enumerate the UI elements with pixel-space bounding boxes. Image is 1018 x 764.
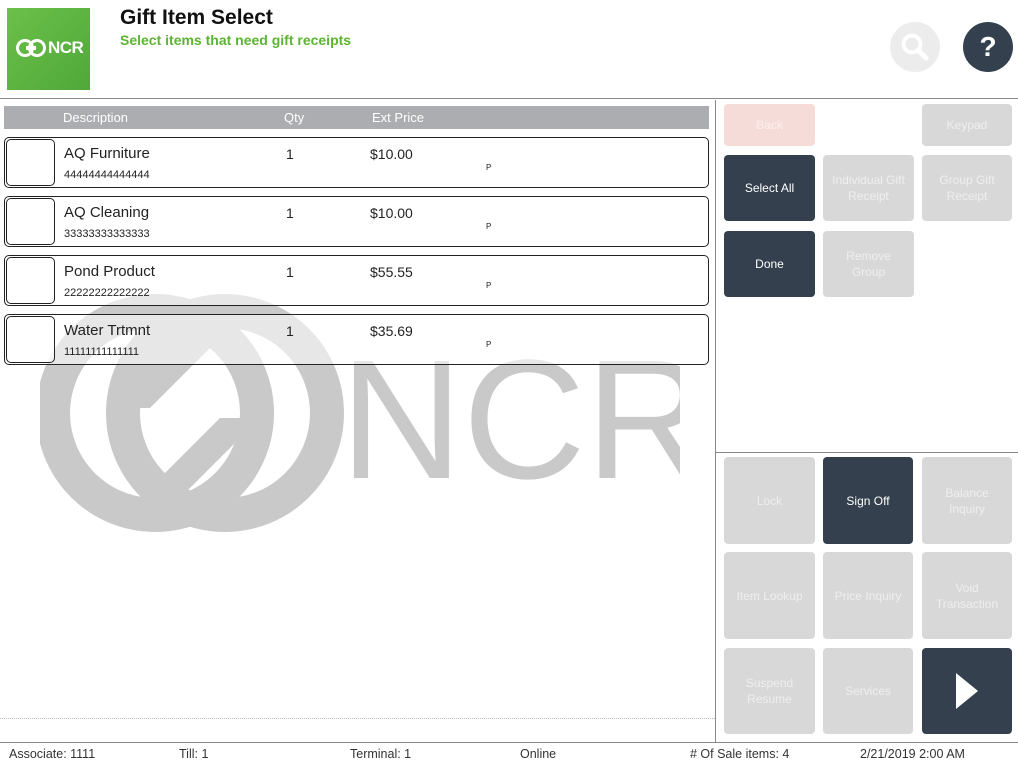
item-description: AQ Cleaning xyxy=(64,204,150,221)
item-qty: 1 xyxy=(286,323,294,339)
price-inquiry-button[interactable]: Price Inquiry xyxy=(823,552,913,639)
item-flag: P xyxy=(486,340,492,349)
item-description: Water Trtmnt xyxy=(64,322,151,339)
item-qty: 1 xyxy=(286,205,294,221)
ncr-logo: NCR xyxy=(7,8,90,90)
item-price: $10.00 xyxy=(370,146,413,162)
void-transaction-button[interactable]: Void Transaction xyxy=(922,552,1012,639)
page-title: Gift Item Select xyxy=(120,6,273,29)
status-datetime: 2/21/2019 2:00 AM xyxy=(860,747,965,761)
item-flag: P xyxy=(486,281,492,290)
status-terminal: Terminal: 1 xyxy=(350,747,412,761)
status-sale-items: # Of Sale items: 4 xyxy=(690,747,790,761)
item-code: 11111111111111 xyxy=(64,346,140,358)
suspend-resume-button[interactable]: Suspend Resume xyxy=(724,648,815,734)
item-code: 33333333333333 xyxy=(64,228,150,240)
list-footer-divider xyxy=(0,718,715,719)
page-subtitle: Select items that need gift receipts xyxy=(120,32,352,48)
select-all-button[interactable]: Select All xyxy=(724,155,815,221)
column-ext-price: Ext Price xyxy=(372,110,425,125)
row-checkbox[interactable] xyxy=(6,198,55,245)
table-row[interactable]: AQ Cleaning 33333333333333 1 $10.00 P xyxy=(4,196,709,247)
ncr-logo-icon xyxy=(16,39,46,57)
status-online: Online xyxy=(520,747,557,761)
remove-group-button[interactable]: Remove Group xyxy=(823,231,914,297)
row-checkbox[interactable] xyxy=(6,257,55,304)
item-list-panel: NCR Description Qty Ext Price AQ Furnitu… xyxy=(0,100,715,742)
status-bar: Associate: 1111 Till: 1 Terminal: 1 Onli… xyxy=(0,742,1018,764)
item-code: 22222222222222 xyxy=(64,287,150,299)
item-description: AQ Furniture xyxy=(64,145,150,162)
sign-off-button[interactable]: Sign Off xyxy=(823,457,913,544)
column-header: Description Qty Ext Price xyxy=(4,106,709,129)
item-flag: P xyxy=(486,163,492,172)
column-description: Description xyxy=(63,110,129,125)
back-button[interactable]: Back xyxy=(724,104,815,146)
lock-button[interactable]: Lock xyxy=(724,457,815,544)
balance-inquiry-button[interactable]: Balance Inquiry xyxy=(922,457,1012,544)
status-associate: Associate: 1111 xyxy=(9,747,96,761)
row-checkbox[interactable] xyxy=(6,316,55,363)
table-row[interactable]: Water Trtmnt 11111111111111 1 $35.69 P xyxy=(4,314,709,365)
panel-divider xyxy=(715,100,716,742)
table-row[interactable]: AQ Furniture 44444444444444 1 $10.00 P xyxy=(4,137,709,188)
table-row[interactable]: Pond Product 22222222222222 1 $55.55 P xyxy=(4,255,709,306)
column-qty: Qty xyxy=(284,110,305,125)
item-price: $35.69 xyxy=(370,323,413,339)
row-checkbox[interactable] xyxy=(6,139,55,186)
chevron-right-icon xyxy=(956,673,978,709)
help-button[interactable]: ? xyxy=(963,22,1013,72)
status-till: Till: 1 xyxy=(179,747,209,761)
logo-text: NCR xyxy=(48,38,84,57)
item-qty: 1 xyxy=(286,146,294,162)
item-qty: 1 xyxy=(286,264,294,280)
search-button[interactable] xyxy=(890,22,940,72)
item-code: 44444444444444 xyxy=(64,169,150,181)
next-page-button[interactable] xyxy=(922,648,1012,734)
group-gift-receipt-button[interactable]: Group Gift Receipt xyxy=(922,155,1012,221)
services-button[interactable]: Services xyxy=(823,648,913,734)
header: NCR Gift Item Select Select items that n… xyxy=(0,0,1018,99)
item-price: $55.55 xyxy=(370,264,413,280)
individual-gift-receipt-button[interactable]: Individual Gift Receipt xyxy=(823,155,914,221)
search-icon xyxy=(901,33,929,61)
item-lookup-button[interactable]: Item Lookup xyxy=(724,552,815,639)
item-price: $10.00 xyxy=(370,205,413,221)
item-flag: P xyxy=(486,222,492,231)
keypad-button[interactable]: Keypad xyxy=(922,104,1012,146)
item-description: Pond Product xyxy=(64,263,155,280)
panel-section-divider xyxy=(716,452,1018,453)
done-button[interactable]: Done xyxy=(724,231,815,297)
help-icon: ? xyxy=(979,31,997,62)
